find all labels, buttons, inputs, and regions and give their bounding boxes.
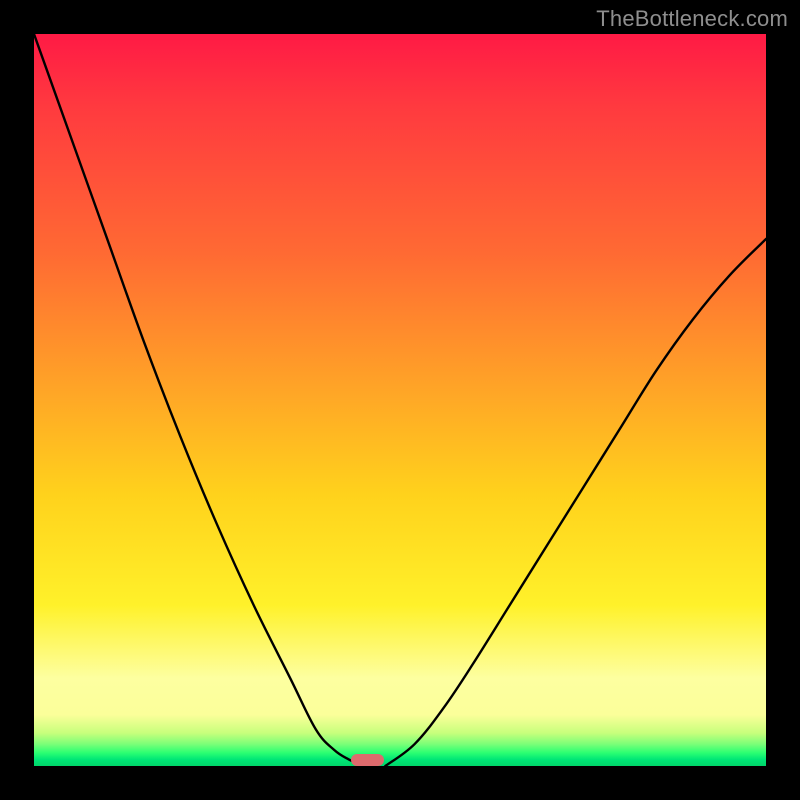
curve-right-branch: [385, 239, 766, 766]
bottleneck-curve: [34, 34, 766, 766]
chart-stage: TheBottleneck.com: [0, 0, 800, 800]
plot-area: [34, 34, 766, 766]
bottleneck-marker: [351, 754, 384, 766]
watermark-text: TheBottleneck.com: [596, 6, 788, 32]
curve-left-branch: [34, 34, 363, 766]
